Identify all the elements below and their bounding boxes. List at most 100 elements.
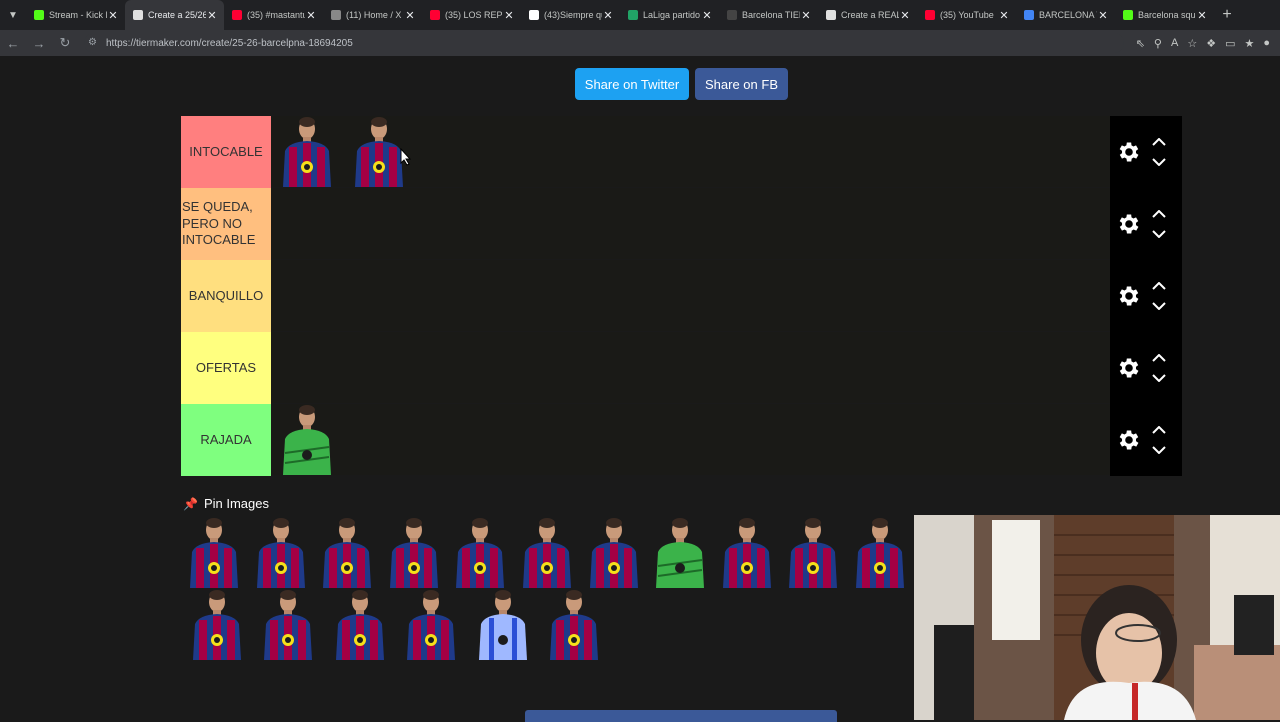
tier-drop-zone[interactable] [271,332,1110,403]
player-card[interactable] [181,588,253,660]
player-card[interactable] [314,516,381,588]
browser-tab[interactable]: (43)Siempre qu ✕ [521,0,620,30]
browser-tab[interactable]: LaLiga partido ✕ [620,0,719,30]
player-card[interactable] [647,516,714,588]
browser-tab[interactable]: (35) LOS REPEI✕ [422,0,521,30]
tier-label[interactable]: OFERTAS [181,332,271,404]
tab-close-icon[interactable]: ✕ [1196,9,1208,22]
browser-tab[interactable]: Barcelona squ ✕ [1115,0,1214,30]
share-facebook-button[interactable]: Share on FB [695,68,788,100]
player-card[interactable] [539,588,611,660]
tab-close-icon[interactable]: ✕ [107,9,119,22]
tier-drop-zone[interactable] [271,404,1110,475]
browser-tab[interactable]: (35) YouTube ✕ [917,0,1016,30]
tier-label[interactable]: SE QUEDA, PERO NO INTOCABLE [181,188,271,260]
site-info-icon[interactable]: ⚙ [88,37,100,49]
chevron-up-icon[interactable] [1152,138,1166,146]
forward-icon[interactable]: → [26,36,52,51]
browser-tab-strip: ▼ Stream - Kick D ✕ Create a 25/26 ✕ (35) #m… [0,0,1280,30]
bookmark-star-icon[interactable]: ☆ [1187,37,1197,50]
address-bar[interactable]: ⚙ https://tiermaker.com/create/25-26-bar… [84,33,1124,53]
tab-close-icon[interactable]: ✕ [602,9,614,22]
player-image [283,117,331,187]
tab-close-icon[interactable]: ✕ [1097,9,1109,22]
goalkeeper-image [656,518,705,588]
gear-icon[interactable] [1116,211,1142,237]
browser-tab[interactable]: BARCELONA TI✕ [1016,0,1115,30]
gear-icon[interactable] [1116,427,1142,453]
share-twitter-button[interactable]: Share on Twitter [575,68,689,100]
player-card[interactable] [580,516,647,588]
player-card[interactable] [381,516,448,588]
chevron-down-icon[interactable] [1152,446,1166,454]
player-card[interactable] [271,403,343,475]
pushpin-icon: 📌 [183,496,198,511]
gear-icon[interactable] [1116,355,1142,381]
tab-close-icon[interactable]: ✕ [800,9,812,22]
tab-close-icon[interactable]: ✕ [305,9,317,22]
player-card[interactable] [248,516,315,588]
player-card[interactable] [253,588,325,660]
tab-close-icon[interactable]: ✕ [503,9,515,22]
browser-tab[interactable]: Stream - Kick D ✕ [26,0,125,30]
tier-label[interactable]: RAJADA [181,404,271,476]
extensions-icon[interactable]: ❖ [1206,37,1216,50]
gear-icon[interactable] [1116,139,1142,165]
pin-images-toggle[interactable]: 📌 Pin Images [183,496,269,511]
split-screen-icon[interactable]: ▭ [1225,37,1235,50]
favorites-icon[interactable]: ★ [1244,37,1254,50]
chevron-up-icon[interactable] [1152,354,1166,362]
player-card[interactable] [780,516,847,588]
player-card[interactable] [324,588,396,660]
player-card[interactable] [181,516,248,588]
new-tab-button[interactable]: + [1214,6,1240,24]
tier-drop-zone[interactable] [271,188,1110,259]
zoom-icon[interactable]: ⚲ [1154,37,1162,50]
tab-favicon-icon [1024,10,1034,20]
reload-icon[interactable]: ↻ [52,35,78,51]
tier-label[interactable]: INTOCABLE [181,116,271,188]
tab-close-icon[interactable]: ✕ [701,9,713,22]
tab-close-icon[interactable]: ✕ [206,9,218,22]
tier-controls [1110,116,1182,188]
tab-close-icon[interactable]: ✕ [404,9,416,22]
player-card[interactable] [396,588,468,660]
tier-drop-zone[interactable] [271,260,1110,331]
translate-icon[interactable]: ⇖ [1136,37,1145,50]
player-card[interactable] [271,115,343,187]
browser-tab[interactable]: Barcelona TIER ✕ [719,0,818,30]
browser-tab[interactable]: (35) #mastantu ✕ [224,0,323,30]
profile-icon[interactable]: ● [1263,37,1270,50]
browser-tab[interactable]: Create a 25/26 ✕ [125,0,224,30]
chevron-up-icon[interactable] [1152,282,1166,290]
player-card[interactable] [514,516,581,588]
image-pool [181,516,913,668]
tier-drop-zone[interactable] [271,116,1110,187]
chevron-down-icon[interactable] [1152,158,1166,166]
tab-close-icon[interactable]: ✕ [998,9,1010,22]
back-icon[interactable]: ← [0,36,26,51]
gear-icon[interactable] [1116,283,1142,309]
chevron-up-icon[interactable] [1152,426,1166,434]
browser-tab[interactable]: (11) Home / X ✕ [323,0,422,30]
image-pool-row [181,516,913,588]
browser-tab[interactable]: Create a REAL I✕ [818,0,917,30]
download-button[interactable] [525,710,837,722]
goalkeeper-image [283,405,331,475]
player-card[interactable] [846,516,913,588]
player-card[interactable] [467,588,539,660]
chevron-up-icon[interactable] [1152,210,1166,218]
player-card[interactable] [447,516,514,588]
player-card[interactable] [713,516,780,588]
read-aloud-icon[interactable]: A [1171,37,1178,50]
tier-move-arrows [1152,354,1166,382]
mouse-cursor-icon [400,148,412,166]
tab-title: (11) Home / X [346,10,402,20]
chevron-down-icon[interactable] [1152,302,1166,310]
tab-search-icon[interactable]: ▼ [0,0,26,30]
tier-label[interactable]: BANQUILLO [181,260,271,332]
chevron-down-icon[interactable] [1152,374,1166,382]
tab-close-icon[interactable]: ✕ [899,9,911,22]
tab-title: LaLiga partido [643,10,701,20]
chevron-down-icon[interactable] [1152,230,1166,238]
